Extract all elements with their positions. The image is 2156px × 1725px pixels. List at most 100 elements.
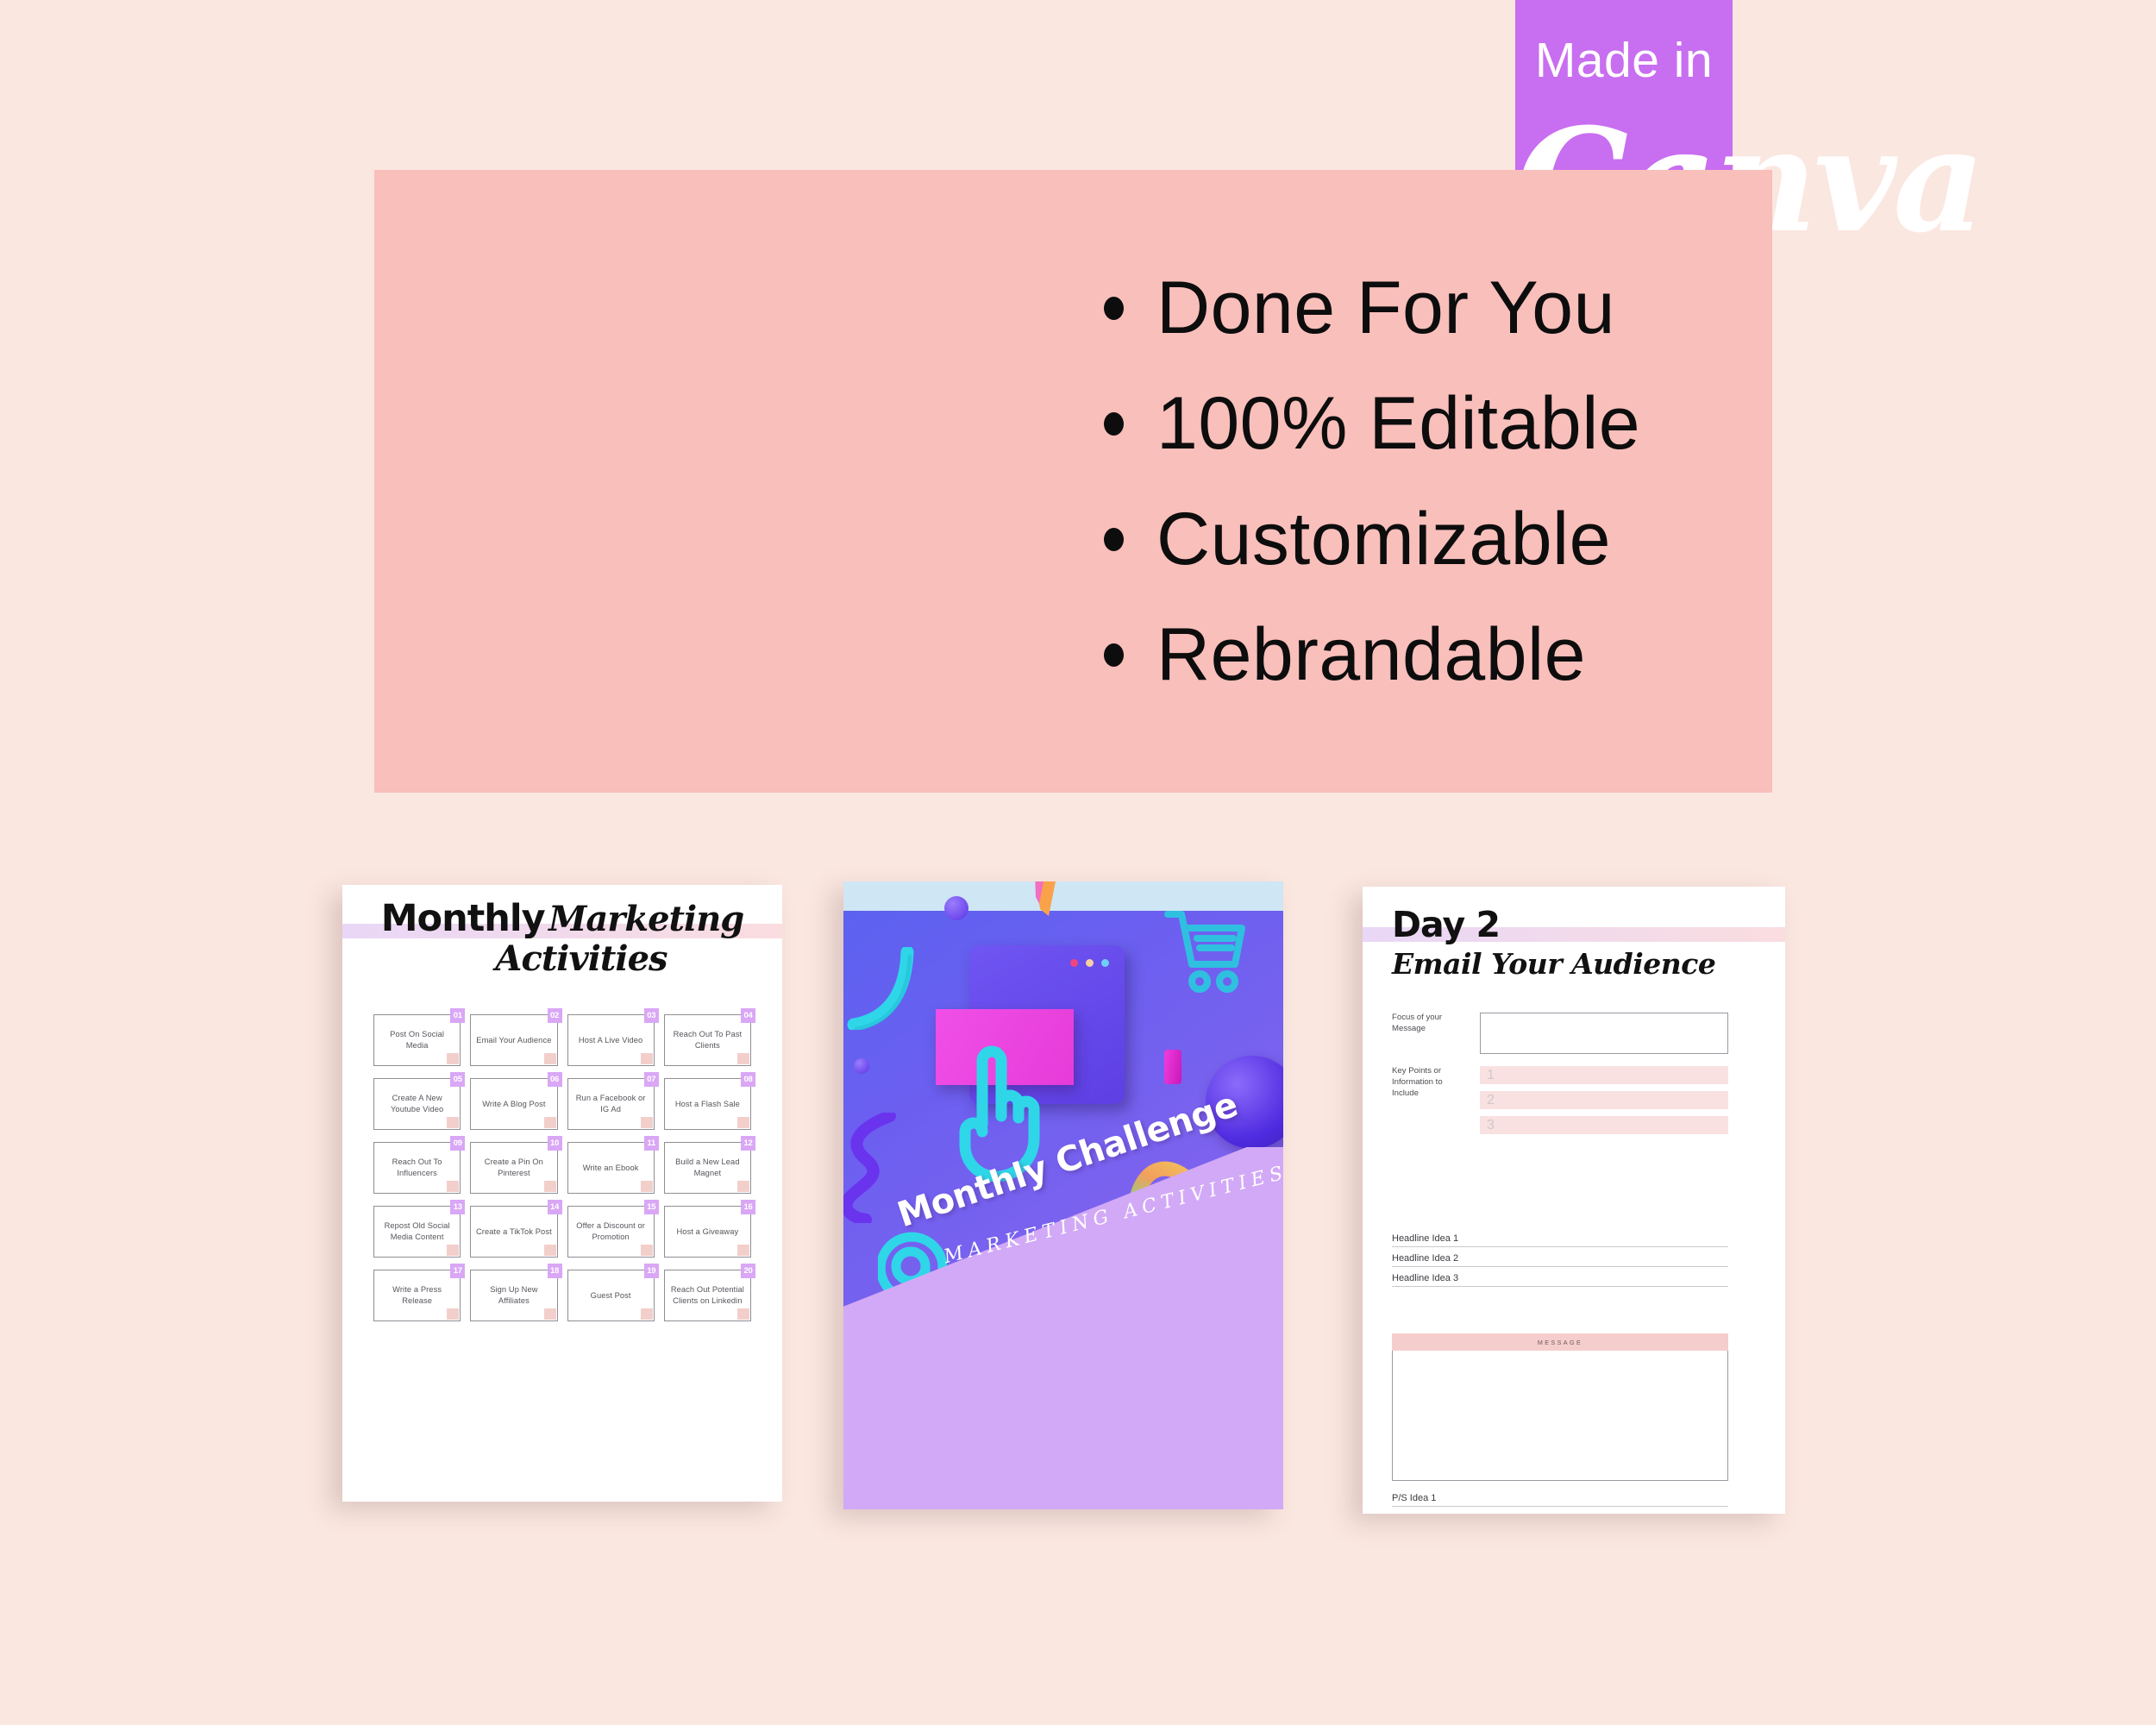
activity-cell[interactable]: Email Your Audience 02 — [470, 1008, 562, 1066]
activity-checkbox[interactable] — [737, 1181, 749, 1192]
activity-cell[interactable]: Post On Social Media 01 — [373, 1008, 466, 1066]
headline-idea-row[interactable]: Headline Idea 3 — [1392, 1273, 1728, 1287]
keypoints-field-row: Key Points or Information to Include 1 2… — [1392, 1066, 1728, 1141]
cyan-arc-icon — [845, 945, 914, 1032]
bullet-icon — [1104, 411, 1124, 436]
activity-cell-label: Create A New Youtube Video — [390, 1094, 444, 1113]
activity-cell-label: Write a Press Release — [392, 1285, 442, 1305]
preview-page-activities[interactable]: Monthly Marketing Activities Post On Soc… — [342, 885, 782, 1502]
activity-checkbox[interactable] — [737, 1245, 749, 1256]
activity-checkbox[interactable] — [640, 1181, 653, 1192]
activity-cell[interactable]: Write an Ebook 11 — [567, 1136, 659, 1194]
ps-idea-row[interactable]: P/S Idea 1 — [1392, 1493, 1728, 1507]
message-textarea[interactable] — [1392, 1351, 1728, 1481]
activity-cell-label: Create a TikTok Post — [475, 1226, 552, 1236]
activity-cell-label: Host A Live Video — [578, 1035, 643, 1044]
activity-checkbox[interactable] — [640, 1117, 653, 1128]
activity-cell-label: Offer a Discount or Promotion — [576, 1221, 645, 1241]
header-gradient-band — [342, 924, 782, 938]
keypoint-number: 3 — [1487, 1117, 1495, 1132]
activity-cell-number: 10 — [547, 1136, 562, 1151]
keypoint-input[interactable]: 3 — [1480, 1116, 1728, 1134]
activity-checkbox[interactable] — [447, 1245, 460, 1256]
activity-cell-number: 08 — [741, 1072, 755, 1087]
activity-cell-number: 12 — [741, 1136, 755, 1151]
activity-cell-number: 15 — [643, 1200, 659, 1214]
activity-checkbox[interactable] — [543, 1117, 556, 1128]
activity-cell-label: Guest Post — [590, 1290, 631, 1300]
activity-checkbox[interactable] — [543, 1308, 556, 1320]
ps-idea-row[interactable]: P/S Idea 2 — [1392, 1513, 1728, 1514]
activity-cell-number: 03 — [643, 1008, 659, 1023]
activity-cell[interactable]: Sign Up New Affiliates 18 — [470, 1264, 562, 1321]
keypoints-list: 1 2 3 — [1480, 1066, 1728, 1141]
activity-cell[interactable]: Write A Blog Post 06 — [470, 1072, 562, 1130]
activity-cell-number: 06 — [547, 1072, 562, 1087]
preview-page-day-2[interactable]: Day 2 Email Your Audience Focus of your … — [1363, 887, 1785, 1514]
bullet-icon — [1104, 296, 1124, 320]
feature-item-label: 100% Editable — [1156, 382, 1641, 465]
preview-page-cover[interactable]: Monthly Challenge MARKETING ACTIVITIES — [843, 881, 1283, 1509]
feature-item-label: Done For You — [1156, 267, 1615, 349]
activity-cell[interactable]: Reach Out To Past Clients 04 — [663, 1008, 755, 1066]
activity-checkbox[interactable] — [737, 1308, 749, 1320]
activity-cell-label: Write an Ebook — [582, 1163, 639, 1172]
headline-idea-row[interactable]: Headline Idea 1 — [1392, 1233, 1728, 1247]
activity-cell[interactable]: Build a New Lead Magnet 12 — [663, 1136, 755, 1194]
activity-checkbox[interactable] — [447, 1181, 460, 1192]
page-title-script-2: Activities — [495, 938, 667, 979]
activity-cell[interactable]: Reach Out Potential Clients on Linkedin 2… — [663, 1264, 755, 1321]
activity-cell[interactable]: Repost Old Social Media Content 13 — [373, 1200, 466, 1258]
bullet-icon — [1104, 643, 1124, 667]
activity-cell[interactable]: Host A Live Video 03 — [567, 1008, 659, 1066]
activity-cell[interactable]: Offer a Discount or Promotion 15 — [567, 1200, 659, 1258]
keypoints-field-label: Key Points or Information to Include — [1392, 1066, 1443, 1098]
activity-cell[interactable]: Reach Out To Influencers 09 — [373, 1136, 466, 1194]
activity-checkbox[interactable] — [543, 1181, 556, 1192]
activity-cell[interactable]: Create A New Youtube Video 05 — [373, 1072, 466, 1130]
activity-cell-number: 05 — [450, 1072, 466, 1087]
activity-checkbox[interactable] — [543, 1245, 556, 1256]
activity-checkbox[interactable] — [737, 1053, 749, 1064]
activity-checkbox[interactable] — [447, 1308, 460, 1320]
activity-checkbox[interactable] — [640, 1053, 653, 1064]
activity-cell[interactable]: Create a Pin On Pinterest 10 — [470, 1136, 562, 1194]
activity-cell-label: Build a New Lead Magnet — [675, 1157, 740, 1177]
keypoint-input[interactable]: 2 — [1480, 1091, 1728, 1109]
day-subtitle: Email Your Audience — [1392, 947, 1716, 981]
feature-bullet-list: Done For You 100% Editable Customizable … — [374, 170, 1772, 793]
activity-cell-label: Reach Out To Influencers — [392, 1157, 442, 1177]
activity-cell-number: 18 — [547, 1264, 562, 1278]
activity-checkbox[interactable] — [543, 1053, 556, 1064]
activity-checkbox[interactable] — [447, 1117, 460, 1128]
keypoint-input[interactable]: 1 — [1480, 1066, 1728, 1084]
message-block: MESSAGE — [1392, 1333, 1728, 1481]
activity-cell-number: 02 — [547, 1008, 562, 1023]
activity-cell[interactable]: Write a Press Release 17 — [373, 1264, 466, 1321]
keypoint-number: 2 — [1487, 1092, 1495, 1107]
focus-field-row: Focus of your Message — [1392, 1013, 1728, 1054]
activity-cell[interactable]: Run a Facebook or IG Ad 07 — [567, 1072, 659, 1130]
activity-cell[interactable]: Host a Giveaway 16 — [663, 1200, 755, 1258]
activity-cell-number: 01 — [450, 1008, 466, 1023]
activity-cell[interactable]: Host a Flash Sale 08 — [663, 1072, 755, 1130]
feature-item: Done For You — [1104, 271, 1615, 345]
activity-checkbox[interactable] — [737, 1117, 749, 1128]
activity-cell-number: 04 — [741, 1008, 755, 1023]
activity-cell-label: Create a Pin On Pinterest — [484, 1157, 543, 1177]
activity-cell-label: Reach Out To Past Clients — [673, 1030, 743, 1050]
activity-checkbox[interactable] — [640, 1245, 653, 1256]
activity-cell[interactable]: Guest Post 19 — [567, 1264, 659, 1321]
focus-input[interactable] — [1480, 1013, 1728, 1054]
activity-checkbox[interactable] — [447, 1053, 460, 1064]
headline-idea-row[interactable]: Headline Idea 2 — [1392, 1253, 1728, 1267]
activity-cell[interactable]: Create a TikTok Post 14 — [470, 1200, 562, 1258]
activity-cell-label: Write A Blog Post — [482, 1099, 546, 1108]
activity-cell-number: 17 — [450, 1264, 466, 1278]
activity-cell-label: Sign Up New Affiliates — [490, 1285, 538, 1305]
activity-cell-label: Host a Giveaway — [676, 1226, 739, 1236]
activity-cell-number: 16 — [741, 1200, 755, 1214]
activity-cell-number: 07 — [643, 1072, 659, 1087]
feature-item-label: Rebrandable — [1156, 613, 1586, 696]
activity-checkbox[interactable] — [640, 1308, 653, 1320]
